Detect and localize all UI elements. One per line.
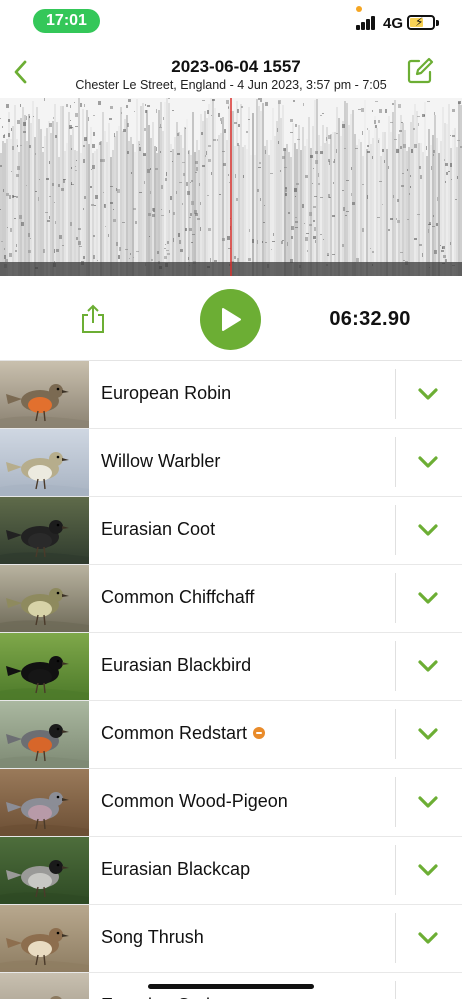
- chevron-down-icon: [418, 524, 438, 536]
- expand-button[interactable]: [417, 454, 439, 470]
- species-name-label: Common Redstart: [101, 723, 248, 743]
- species-name-label: Eurasian Coot: [101, 519, 216, 539]
- row-divider: [395, 981, 396, 999]
- edit-icon: [407, 57, 434, 84]
- species-name: Willow Warbler: [101, 451, 220, 472]
- expand-button[interactable]: [417, 590, 439, 606]
- chevron-down-icon: [418, 388, 438, 400]
- species-name: Eurasian Curlew: [101, 995, 233, 999]
- species-name-label: Eurasian Curlew: [101, 995, 233, 999]
- chevron-down-icon: [418, 932, 438, 944]
- alert-badge-icon: [253, 727, 266, 740]
- recording-header: 2023-06-04 1557 Chester Le Street, Engla…: [0, 48, 462, 98]
- chevron-left-icon: [14, 60, 27, 84]
- expand-button[interactable]: [417, 794, 439, 810]
- expand-button[interactable]: [417, 522, 439, 538]
- bird-photo: [0, 361, 89, 428]
- row-divider: [395, 437, 396, 487]
- species-row[interactable]: Eurasian Blackbird: [0, 633, 462, 701]
- species-row[interactable]: Willow Warbler: [0, 429, 462, 497]
- species-row[interactable]: Common Wood-Pigeon: [0, 769, 462, 837]
- chevron-down-icon: [418, 456, 438, 468]
- species-list: European Robin Willow Warbler Eurasian Coo…: [0, 361, 462, 999]
- status-bar: 17:01 4G ⚡: [0, 0, 462, 44]
- species-row[interactable]: European Robin: [0, 361, 462, 429]
- species-row[interactable]: Eurasian Blackcap: [0, 837, 462, 905]
- species-name: Common Redstart: [101, 723, 266, 744]
- spectrogram-image: [0, 98, 462, 276]
- species-name-label: Song Thrush: [101, 927, 204, 947]
- species-name-label: Eurasian Blackbird: [101, 655, 252, 675]
- status-time: 17:01: [33, 9, 100, 33]
- expand-button[interactable]: [417, 386, 439, 402]
- species-row[interactable]: Common Chiffchaff: [0, 565, 462, 633]
- chevron-down-icon: [418, 728, 438, 740]
- species-name: Song Thrush: [101, 927, 204, 948]
- battery-tip: [436, 20, 439, 26]
- species-name: Eurasian Blackbird: [101, 655, 251, 676]
- expand-button[interactable]: [417, 930, 439, 946]
- spectrogram[interactable]: [0, 98, 462, 276]
- species-name: European Robin: [101, 383, 231, 404]
- elapsed-time: 06:32.90: [329, 308, 411, 330]
- species-name: Common Chiffchaff: [101, 587, 254, 608]
- home-indicator: [148, 984, 314, 989]
- edit-button[interactable]: [405, 56, 435, 86]
- bird-photo: [0, 837, 89, 904]
- row-divider: [395, 913, 396, 963]
- bird-photo: [0, 497, 89, 564]
- row-divider: [395, 505, 396, 555]
- species-name: Eurasian Blackcap: [101, 859, 250, 880]
- species-name-label: Common Wood-Pigeon: [101, 791, 288, 811]
- player-controls: 06:32.90: [0, 276, 462, 361]
- bird-photo: [0, 633, 89, 700]
- row-divider: [395, 709, 396, 759]
- expand-button[interactable]: [417, 658, 439, 674]
- expand-button[interactable]: [417, 726, 439, 742]
- chevron-down-icon: [418, 864, 438, 876]
- privacy-indicator-dot: [356, 6, 362, 12]
- species-name: Eurasian Coot: [101, 519, 215, 540]
- species-row[interactable]: Common Redstart: [0, 701, 462, 769]
- species-name: Common Wood-Pigeon: [101, 791, 288, 812]
- signal-icon: [356, 16, 376, 30]
- back-button[interactable]: [10, 54, 34, 88]
- bird-photo: [0, 565, 89, 632]
- recording-title: 2023-06-04 1557: [171, 57, 301, 76]
- bird-photo: [0, 769, 89, 836]
- bird-photo: [0, 905, 89, 972]
- battery-charging-icon: ⚡: [407, 15, 435, 30]
- bird-photo: [0, 973, 89, 999]
- row-divider: [395, 641, 396, 691]
- network-type: 4G: [383, 15, 404, 32]
- play-icon: [222, 308, 241, 331]
- chevron-down-icon: [418, 660, 438, 672]
- row-divider: [395, 777, 396, 827]
- expand-button[interactable]: [417, 862, 439, 878]
- row-divider: [395, 573, 396, 623]
- species-name-label: Willow Warbler: [101, 451, 221, 471]
- species-row[interactable]: Song Thrush: [0, 905, 462, 973]
- row-divider: [395, 845, 396, 895]
- share-button[interactable]: [80, 304, 106, 334]
- species-name-label: Common Chiffchaff: [101, 587, 255, 607]
- chevron-down-icon: [418, 592, 438, 604]
- share-icon: [82, 304, 104, 333]
- bird-photo: [0, 429, 89, 496]
- chevron-down-icon: [418, 796, 438, 808]
- play-button[interactable]: [200, 289, 261, 350]
- species-name-label: Eurasian Blackcap: [101, 859, 251, 879]
- row-divider: [395, 369, 396, 419]
- species-name-label: European Robin: [101, 383, 232, 403]
- recording-subtitle: Chester Le Street, England - 4 Jun 2023,…: [75, 78, 387, 92]
- bird-photo: [0, 701, 89, 768]
- species-row[interactable]: Eurasian Coot: [0, 497, 462, 565]
